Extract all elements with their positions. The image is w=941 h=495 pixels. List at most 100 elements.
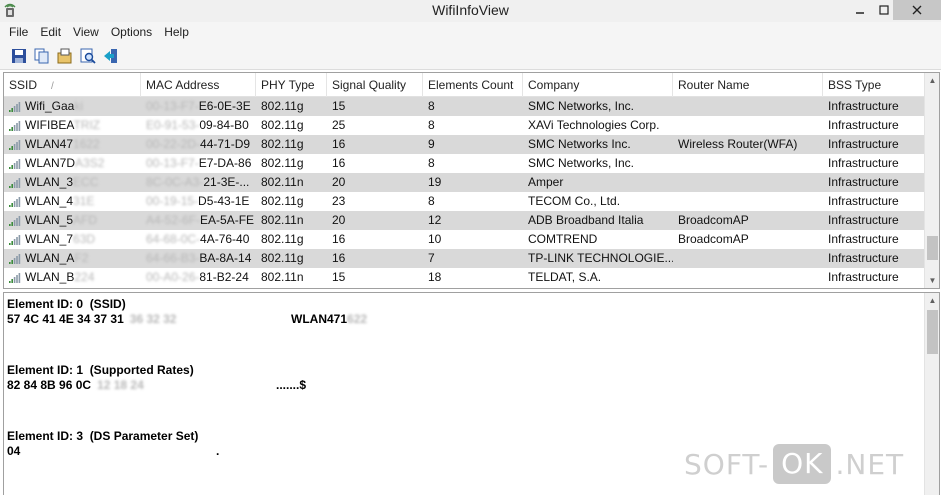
cell-signal: 16 (332, 251, 346, 265)
element-hex: 57 4C 41 4E 34 37 31 36 32 32 (7, 312, 176, 326)
cell-bss: Infrastructure (828, 251, 899, 265)
element-title: Element ID: 3 (DS Parameter Set) (7, 429, 199, 443)
sort-indicator-icon: / (51, 81, 54, 92)
mac-hidden-text: 00-19-15- (146, 194, 199, 208)
cell-bss: Infrastructure (828, 118, 899, 132)
cell-phy: 802.11g (261, 232, 304, 246)
cell-phy: 802.11g (261, 118, 304, 132)
cell-company: SMC Networks, Inc. (528, 156, 635, 170)
column-header-mac[interactable]: MAC Address (141, 73, 256, 97)
element-ascii: .......$ (276, 378, 306, 392)
table-row[interactable]: WLAN471622 00-22-2D-44-71-D9 802.11g 16 9 SMC… (4, 135, 924, 154)
column-header-router[interactable]: Router Name (673, 73, 823, 97)
exit-button[interactable] (100, 45, 122, 67)
network-list[interactable]: SSID / MAC Address PHY Type Signal Qualit… (3, 72, 940, 289)
table-row[interactable]: WLAN_3ECC 8C-0C-A3-21-3E-... 802.11n 20 19 Am… (4, 173, 924, 192)
list-scroll-thumb[interactable] (927, 236, 938, 260)
cell-router (673, 249, 823, 268)
cell-elements: 8 (428, 118, 435, 132)
column-header-bss[interactable]: BSS Type (823, 73, 924, 97)
close-button[interactable] (893, 0, 941, 20)
mac-hidden-text: 00-22-2D- (146, 137, 201, 151)
ssid-text: Wifi_Gaa (25, 99, 75, 113)
table-row[interactable]: WIFIBEATRIZ E0-91-53-09-84-B0 802.11g 25 8 XA… (4, 116, 924, 135)
ssid-text: WLAN_3 (25, 175, 74, 189)
cell-company: TELDAT, S.A. (528, 270, 602, 284)
ssid-text: WLAN_7 (25, 232, 74, 246)
cell-mac: E0-91-53-09-84-B0 (141, 116, 256, 135)
details-scroll-thumb[interactable] (927, 310, 938, 354)
column-header-elements[interactable]: Elements Count (423, 73, 523, 97)
column-header-signal[interactable]: Signal Quality (327, 73, 423, 97)
cell-bss: Infrastructure (828, 232, 899, 246)
copy-button[interactable] (31, 45, 53, 67)
table-row[interactable]: WLAN_763D 64-68-0C-4A-76-40 802.11g 16 10 COM… (4, 230, 924, 249)
signal-strength-icon (9, 272, 21, 283)
cell-signal: 20 (332, 213, 346, 227)
details-scroll-up-icon[interactable]: ▲ (925, 293, 939, 308)
ssid-text: WLAN_5 (25, 213, 74, 227)
find-button[interactable] (77, 45, 99, 67)
cell-bss: Infrastructure (828, 213, 899, 227)
element-hex-value: 04 (7, 444, 21, 458)
save-button[interactable] (8, 45, 30, 67)
cell-phy: 802.11n (261, 213, 304, 227)
element-ascii-value: .......$ (276, 378, 307, 392)
table-row[interactable]: WLAN_5AFD A4-52-6F-EA-5A-FE 802.11n 20 12 ADB… (4, 211, 924, 230)
table-row[interactable]: WLAN7DA3S2 00-13-F7-E7-DA-86 802.11g 16 8 SMC… (4, 154, 924, 173)
menu-options[interactable]: Options (106, 23, 157, 41)
element-ascii-hidden: 622 (347, 312, 368, 326)
cell-ssid: WLAN_B224 (4, 268, 141, 287)
ssid-text: WLAN7D (25, 156, 76, 170)
cell-company: SMC Networks, Inc. (528, 99, 635, 113)
cell-mac: 00-22-2D-44-71-D9 (141, 135, 256, 154)
cell-signal: 16 (332, 137, 346, 151)
ssid-hidden-text: ki (74, 99, 84, 113)
signal-strength-icon (9, 215, 21, 226)
cell-elements: 7 (428, 251, 435, 265)
menu-file[interactable]: File (4, 23, 33, 41)
cell-signal: 23 (332, 194, 346, 208)
menu-bar: File Edit View Options Help (0, 22, 941, 42)
cell-company: ADB Broadband Italia (528, 213, 644, 227)
details-scrollbar[interactable]: ▲ (924, 293, 939, 495)
cell-signal: 15 (332, 99, 346, 113)
table-row[interactable]: WLAN_431E 00-19-15-D5-43-1E 802.11g 23 8 TECO… (4, 192, 924, 211)
column-header-company[interactable]: Company (523, 73, 673, 97)
element-title: Element ID: 0 (SSID) (7, 297, 126, 311)
scroll-up-icon[interactable]: ▲ (925, 73, 939, 88)
cell-mac: A4-52-6F-EA-5A-FE (141, 211, 256, 230)
cell-bss: Infrastructure (828, 137, 899, 151)
table-row[interactable]: WLAN_B224 00-A0-26-81-B2-24 802.11n 15 18 TEL… (4, 268, 924, 287)
signal-strength-icon (9, 101, 21, 112)
cell-company: COMTREND (528, 232, 598, 246)
close-icon (912, 5, 922, 15)
cell-elements: 8 (428, 99, 435, 113)
scroll-down-icon[interactable]: ▼ (925, 273, 939, 288)
cell-ssid: WLAN7DA3S2 (4, 154, 141, 173)
copy-icon (34, 48, 49, 63)
cell-bss: Infrastructure (828, 156, 899, 170)
menu-help[interactable]: Help (159, 23, 194, 41)
cell-bss: Infrastructure (828, 99, 899, 113)
list-scrollbar[interactable]: ▲ ▼ (924, 73, 939, 288)
window-title: WifiInfoView (432, 2, 509, 18)
cell-phy: 802.11g (261, 99, 304, 113)
properties-button[interactable] (54, 45, 76, 67)
find-icon (80, 48, 96, 64)
table-row[interactable]: WLAN_AF2 64-66-B3-BA-8A-14 802.11g 16 7 TP-LI… (4, 249, 924, 268)
cell-phy: 802.11g (261, 194, 304, 208)
column-header-phy[interactable]: PHY Type (256, 73, 327, 97)
cell-mac: 00-A0-26-81-B2-24 (141, 268, 256, 287)
menu-edit[interactable]: Edit (35, 23, 66, 41)
cell-company: XAVi Technologies Corp. (528, 118, 660, 132)
column-header-ssid[interactable]: SSID / (4, 73, 141, 97)
mac-text: E6-0E-3E (198, 99, 251, 113)
table-row[interactable]: Wifi_Gaaki 00-13-F7-E6-0E-3E 802.11g 15 8 SMC… (4, 97, 924, 116)
signal-strength-icon (9, 139, 21, 150)
menu-view[interactable]: View (68, 23, 104, 41)
cell-router (673, 268, 823, 287)
element-hex-hidden: 36 32 32 (129, 312, 177, 326)
exit-icon (104, 48, 117, 63)
maximize-icon (879, 5, 889, 15)
